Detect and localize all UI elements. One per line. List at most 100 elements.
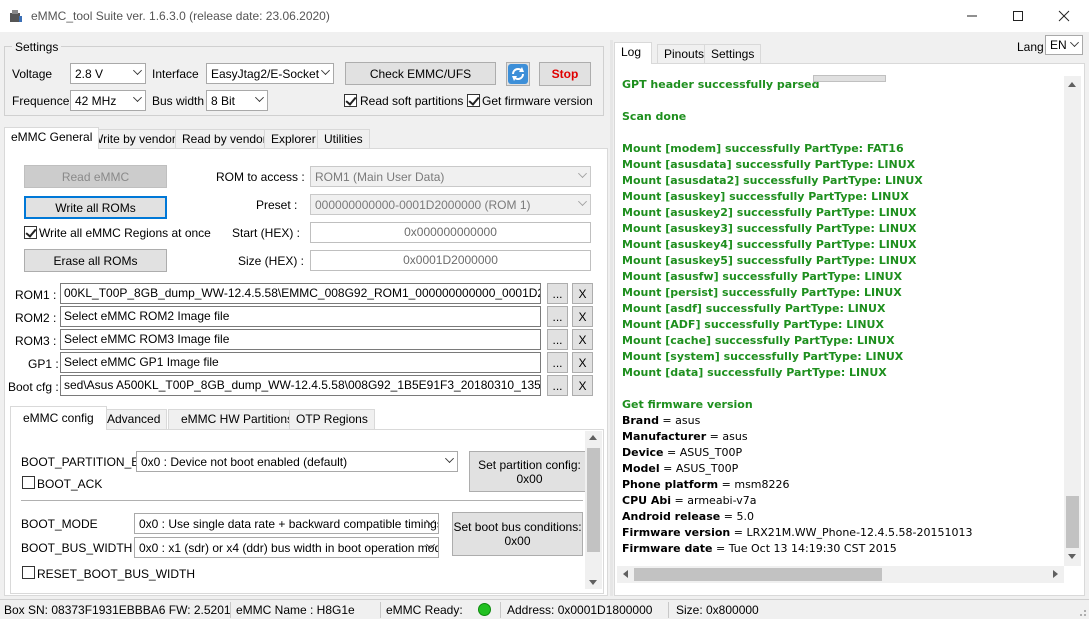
boot-bus-width-select[interactable]: 0x0 : x1 (sdr) or x4 (ddr) bus width in … bbox=[134, 537, 439, 558]
boot-cfg-clear-button[interactable]: X bbox=[572, 375, 593, 396]
address-text: Address: 0x0001D1800000 bbox=[507, 603, 653, 617]
boot-cfg-path-field[interactable]: sed\Asus A500KL_T00P_8GB_dump_WW-12.4.5.… bbox=[60, 375, 541, 396]
reset-boot-bus-width-checkbox[interactable] bbox=[22, 566, 35, 579]
minimize-icon[interactable] bbox=[949, 0, 995, 31]
gp1-label: GP1 : bbox=[28, 357, 59, 371]
resize-grip-icon[interactable] bbox=[1075, 605, 1087, 617]
size-text: Size: 0x800000 bbox=[676, 603, 759, 617]
log-text: = ASUS_T00P bbox=[659, 462, 739, 475]
gp1-clear-button[interactable]: X bbox=[572, 352, 593, 373]
log-text: Mount [asusdata] successfully PartType: … bbox=[622, 158, 916, 171]
get-firmware-label[interactable]: Get firmware version bbox=[482, 94, 593, 108]
log-vscrollbar[interactable] bbox=[1064, 76, 1081, 566]
voltage-select[interactable]: 2.8 V bbox=[70, 63, 146, 84]
start-hex-field[interactable]: 0x000000000000 bbox=[310, 222, 591, 243]
set-partition-config-button[interactable]: Set partition config: 0x00 bbox=[469, 451, 590, 492]
splitter[interactable] bbox=[610, 40, 613, 596]
boot-bus-width-label: BOOT_BUS_WIDTH bbox=[21, 541, 133, 555]
status-separator bbox=[668, 602, 669, 618]
interface-value: EasyJtag2/E-Socket bbox=[211, 67, 320, 81]
read-emmc-button[interactable]: Read eMMC bbox=[24, 165, 167, 188]
gp1-path-field[interactable]: Select eMMC GP1 Image file bbox=[60, 352, 541, 373]
boot-partition-en-select[interactable]: 0x0 : Device not boot enabled (default) bbox=[136, 451, 458, 472]
erase-all-roms-button[interactable]: Erase all ROMs bbox=[24, 249, 167, 272]
tab-pinouts[interactable]: Pinouts bbox=[657, 44, 712, 64]
rom1-clear-button[interactable]: X bbox=[572, 283, 593, 304]
scroll-thumb[interactable] bbox=[634, 568, 882, 581]
stop-button[interactable]: Stop bbox=[539, 62, 591, 86]
scroll-right-icon[interactable] bbox=[1053, 570, 1058, 578]
chevron-down-icon bbox=[445, 454, 454, 463]
close-icon[interactable] bbox=[1041, 0, 1087, 31]
config-scrollbar[interactable] bbox=[585, 431, 602, 589]
log-line: Firmware version = LRX21M.WW_Phone-12.4.… bbox=[622, 526, 972, 539]
rom2-clear-button[interactable]: X bbox=[572, 306, 593, 327]
check-emmc-button[interactable]: Check EMMC/UFS bbox=[345, 62, 496, 85]
tab-write-by-vendor[interactable]: Write by vendor bbox=[85, 129, 183, 149]
log-line: Android release = 5.0 bbox=[622, 510, 754, 523]
preset-select[interactable]: 000000000000-0001D2000000 (ROM 1) bbox=[310, 194, 591, 215]
rom3-browse-button[interactable]: ... bbox=[547, 329, 568, 350]
refresh-button[interactable] bbox=[506, 62, 530, 86]
log-text: Mount [cache] successfully PartType: LIN… bbox=[622, 334, 895, 347]
size-hex-field[interactable]: 0x0001D2000000 bbox=[310, 250, 591, 271]
log-line: Model = ASUS_T00P bbox=[622, 462, 738, 475]
log-text: Manufacturer bbox=[622, 430, 707, 443]
boot-cfg-label: Boot cfg : bbox=[8, 380, 59, 394]
tab-otp-regions[interactable]: OTP Regions bbox=[289, 409, 375, 429]
chevron-down-icon bbox=[133, 93, 142, 102]
rom2-browse-button[interactable]: ... bbox=[547, 306, 568, 327]
tab-right-settings[interactable]: Settings bbox=[704, 44, 762, 64]
boot-partition-en-label: BOOT_PARTITION_EN bbox=[21, 455, 148, 469]
read-soft-partitions-label[interactable]: Read soft partitions bbox=[360, 94, 463, 108]
reset-boot-bus-width-label[interactable]: RESET_BOOT_BUS_WIDTH bbox=[37, 567, 195, 581]
tab-advanced[interactable]: Advanced bbox=[100, 409, 168, 429]
log-text: Mount [asdf] successfully PartType: LINU… bbox=[622, 302, 886, 315]
boot-mode-select[interactable]: 0x0 : Use single data rate + backward co… bbox=[134, 513, 439, 534]
log-text: = LRX21M.WW_Phone-12.4.5.58-20151013 bbox=[730, 526, 973, 539]
tab-emmc-general[interactable]: eMMC General bbox=[4, 127, 100, 149]
boot-ack-label[interactable]: BOOT_ACK bbox=[37, 477, 102, 491]
tab-utilities[interactable]: Utilities bbox=[317, 129, 370, 149]
chevron-down-icon bbox=[578, 197, 587, 206]
maximize-icon[interactable] bbox=[995, 0, 1041, 31]
scroll-up-icon[interactable] bbox=[589, 435, 597, 440]
lang-label: Lang bbox=[1017, 40, 1044, 54]
scroll-down-icon[interactable] bbox=[589, 580, 597, 585]
write-all-regions-checkbox[interactable] bbox=[24, 226, 37, 239]
write-all-roms-button[interactable]: Write all ROMs bbox=[24, 196, 167, 219]
tab-emmc-config[interactable]: eMMC config bbox=[10, 406, 107, 430]
scroll-up-icon[interactable] bbox=[1068, 82, 1076, 87]
scroll-down-icon[interactable] bbox=[1068, 554, 1076, 559]
scroll-thumb[interactable] bbox=[1066, 496, 1079, 548]
chevron-down-icon bbox=[255, 93, 264, 102]
frequency-select[interactable]: 42 MHz bbox=[70, 90, 146, 111]
boot-ack-checkbox[interactable] bbox=[22, 476, 35, 489]
read-soft-partitions-checkbox[interactable] bbox=[344, 94, 357, 107]
boot-cfg-browse-button[interactable]: ... bbox=[547, 375, 568, 396]
tab-explorer[interactable]: Explorer bbox=[264, 129, 323, 149]
rom2-path-field[interactable]: Select eMMC ROM2 Image file bbox=[60, 306, 541, 327]
log-text: Mount [asuskey3] successfully PartType: … bbox=[622, 222, 917, 235]
rom-to-access-select[interactable]: ROM1 (Main User Data) bbox=[310, 166, 591, 187]
gp1-browse-button[interactable]: ... bbox=[547, 352, 568, 373]
write-all-regions-label[interactable]: Write all eMMC Regions at once bbox=[39, 226, 211, 240]
rom3-clear-button[interactable]: X bbox=[572, 329, 593, 350]
get-firmware-checkbox[interactable] bbox=[467, 94, 480, 107]
tab-emmc-hw-partitions[interactable]: eMMC HW Partitions bbox=[168, 409, 307, 429]
log-text: Phone platform bbox=[622, 478, 719, 491]
scroll-thumb[interactable] bbox=[587, 448, 600, 552]
set-boot-bus-button[interactable]: Set boot bus conditions: 0x00 bbox=[452, 512, 583, 556]
tab-read-by-vendor[interactable]: Read by vendor bbox=[175, 129, 274, 149]
tab-log[interactable]: Log bbox=[614, 42, 653, 64]
bus-width-select[interactable]: 8 Bit bbox=[206, 90, 268, 111]
lang-select[interactable]: EN bbox=[1045, 35, 1083, 55]
scroll-left-icon[interactable] bbox=[623, 570, 628, 578]
log-hscrollbar[interactable] bbox=[617, 566, 1064, 583]
rom1-browse-button[interactable]: ... bbox=[547, 283, 568, 304]
rom1-path-field[interactable]: 00KL_T00P_8GB_dump_WW-12.4.5.58\EMMC_008… bbox=[60, 283, 541, 304]
rom1-label: ROM1 : bbox=[15, 288, 57, 302]
interface-select[interactable]: EasyJtag2/E-Socket bbox=[206, 63, 334, 84]
log-line: Mount [asuskey2] successfully PartType: … bbox=[622, 206, 916, 219]
rom3-path-field[interactable]: Select eMMC ROM3 Image file bbox=[60, 329, 541, 350]
